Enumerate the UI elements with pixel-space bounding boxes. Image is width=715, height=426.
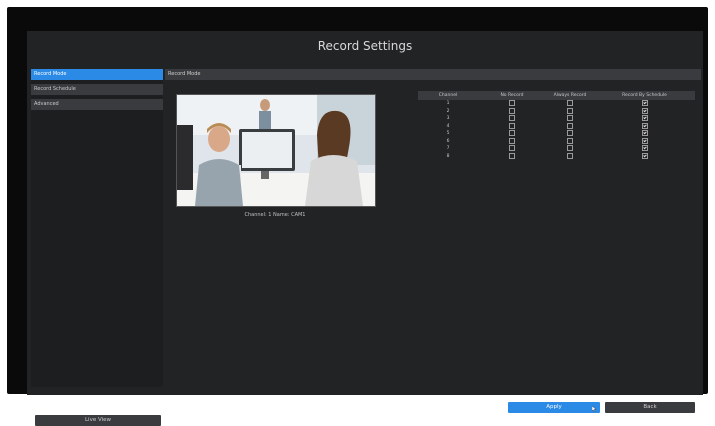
no-record-checkbox[interactable] — [509, 107, 515, 114]
record-by-schedule-checkbox-cell — [594, 130, 695, 138]
record-by-schedule-checkbox[interactable] — [641, 100, 648, 106]
channel-number: 6 — [446, 138, 450, 144]
back-button[interactable]: Back — [605, 402, 695, 413]
record-by-schedule-checkbox-cell — [594, 107, 695, 116]
channel-table-header: Channel No Record Always Record Record B… — [418, 91, 695, 100]
no-record-checkbox[interactable] — [509, 122, 515, 129]
no-record-checkbox[interactable] — [509, 130, 515, 136]
always-record-checkbox[interactable] — [567, 145, 573, 151]
channel-table: Channel No Record Always Record Record B… — [418, 91, 695, 160]
live-view-button[interactable]: Live View — [35, 415, 161, 426]
window-title: Record Settings — [317, 39, 413, 53]
always-record-checkbox-cell — [546, 107, 594, 116]
channel-number: 5 — [446, 131, 450, 136]
sidebar-item-advanced[interactable]: Advanced — [31, 99, 163, 110]
always-record-checkbox[interactable] — [567, 152, 573, 159]
channel-number: 7 — [446, 146, 450, 151]
sidebar-item-record-schedule[interactable]: Record Schedule — [31, 84, 163, 95]
always-record-checkbox[interactable] — [567, 100, 573, 106]
record-by-schedule-checkbox[interactable] — [641, 107, 648, 114]
record-by-schedule-checkbox[interactable] — [641, 137, 648, 144]
no-record-checkbox-cell — [478, 122, 546, 131]
table-row: 6 — [418, 137, 695, 146]
no-record-checkbox[interactable] — [509, 137, 515, 144]
table-row: 7 — [418, 145, 695, 153]
record-by-schedule-checkbox[interactable] — [641, 122, 648, 129]
always-record-checkbox-cell — [546, 145, 594, 153]
monitor-screen: Record Settings Record Mode Record Sched… — [7, 7, 708, 426]
no-record-checkbox[interactable] — [509, 115, 515, 121]
header-no-record: No Record — [500, 93, 524, 98]
always-record-checkbox-cell — [546, 115, 594, 123]
preview-caption: Channel: 1 Name: CAM1 — [244, 212, 306, 218]
record-by-schedule-checkbox[interactable] — [641, 152, 648, 159]
no-record-checkbox-cell — [478, 107, 546, 116]
channel-number: 2 — [446, 108, 450, 114]
record-by-schedule-checkbox[interactable] — [641, 145, 648, 151]
no-record-checkbox[interactable] — [509, 145, 515, 151]
always-record-checkbox-cell — [546, 100, 594, 108]
table-row: 2 — [418, 107, 695, 116]
record-by-schedule-checkbox[interactable] — [641, 130, 648, 136]
always-record-checkbox[interactable] — [567, 107, 573, 114]
always-record-checkbox-cell — [546, 152, 594, 161]
no-record-checkbox-cell — [478, 115, 546, 123]
channel-number: 1 — [446, 101, 450, 106]
always-record-checkbox[interactable] — [567, 137, 573, 144]
record-by-schedule-checkbox[interactable] — [641, 115, 648, 121]
no-record-checkbox-cell — [478, 130, 546, 138]
sidebar: Record Mode Record Schedule Advanced Liv… — [31, 69, 163, 426]
section-title: Record Mode — [165, 69, 701, 80]
channel-number: 3 — [446, 116, 450, 121]
sidebar-item-record-mode[interactable]: Record Mode — [31, 69, 163, 80]
always-record-checkbox[interactable] — [567, 130, 573, 136]
record-by-schedule-checkbox-cell — [594, 152, 695, 161]
table-row: 5 — [418, 130, 695, 138]
always-record-checkbox-cell — [546, 122, 594, 131]
always-record-checkbox-cell — [546, 137, 594, 146]
channel-number: 4 — [446, 123, 450, 129]
always-record-checkbox[interactable] — [567, 115, 573, 121]
table-row: 4 — [418, 122, 695, 131]
no-record-checkbox-cell — [478, 100, 546, 108]
header-record-by-schedule: Record By Schedule — [622, 93, 667, 98]
record-by-schedule-checkbox-cell — [594, 100, 695, 108]
record-by-schedule-checkbox-cell — [594, 122, 695, 131]
apply-button[interactable]: Apply — [508, 402, 600, 413]
channel-rows: 1 2 3 4 5 6 7 8 — [418, 100, 695, 160]
table-row: 8 — [418, 152, 695, 161]
camera-preview-image — [177, 95, 375, 206]
record-by-schedule-checkbox-cell — [594, 145, 695, 153]
table-row: 1 — [418, 100, 695, 108]
always-record-checkbox[interactable] — [567, 122, 573, 129]
record-by-schedule-checkbox-cell — [594, 137, 695, 146]
channel-number: 8 — [446, 153, 450, 159]
camera-preview — [176, 94, 376, 207]
no-record-checkbox[interactable] — [509, 100, 515, 106]
mouse-pointer-icon — [592, 406, 597, 412]
no-record-checkbox-cell — [478, 137, 546, 146]
table-row: 3 — [418, 115, 695, 123]
no-record-checkbox[interactable] — [509, 152, 515, 159]
no-record-checkbox-cell — [478, 145, 546, 153]
always-record-checkbox-cell — [546, 130, 594, 138]
header-always-record: Always Record — [553, 93, 587, 98]
record-settings-window: Record Settings Record Mode Record Sched… — [27, 31, 703, 426]
header-channel: Channel — [438, 93, 458, 98]
record-by-schedule-checkbox-cell — [594, 115, 695, 123]
main-panel: Record Mode Channel: 1 Name: CAM1 Channe… — [165, 69, 701, 413]
no-record-checkbox-cell — [478, 152, 546, 161]
